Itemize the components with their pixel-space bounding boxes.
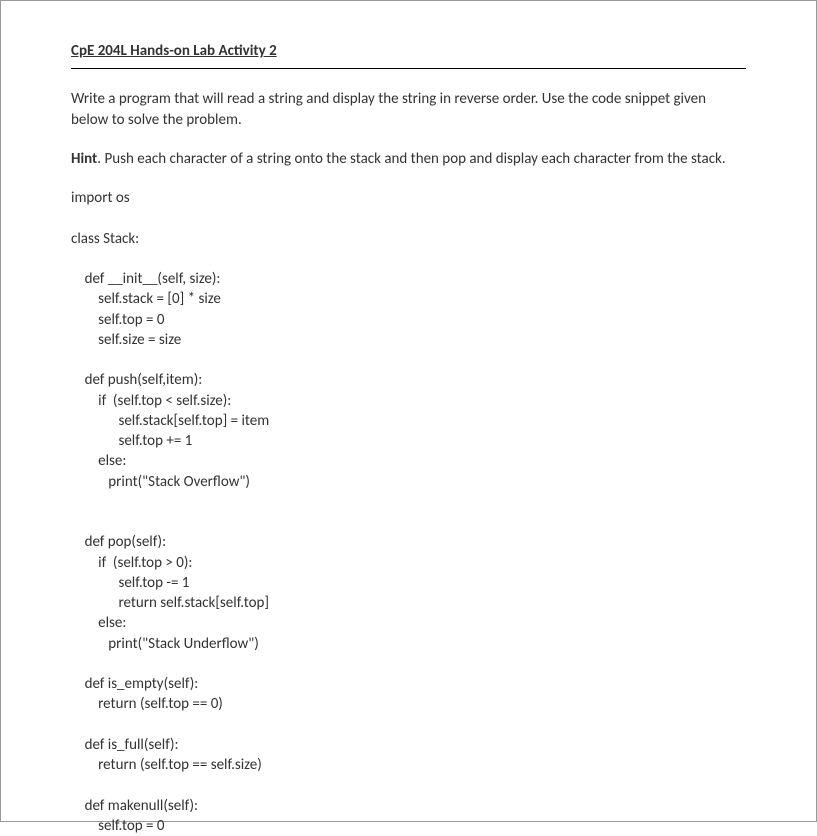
intro-paragraph: Write a program that will read a string …: [71, 89, 746, 131]
hint-text: . Push each character of a string onto t…: [97, 150, 725, 168]
code-snippet: import os class Stack: def __init__(self…: [71, 188, 746, 836]
document-title: CpE 204L Hands-on Lab Activity 2: [71, 41, 746, 69]
hint-paragraph: Hint. Push each character of a string on…: [71, 149, 746, 170]
hint-label: Hint: [71, 150, 97, 168]
